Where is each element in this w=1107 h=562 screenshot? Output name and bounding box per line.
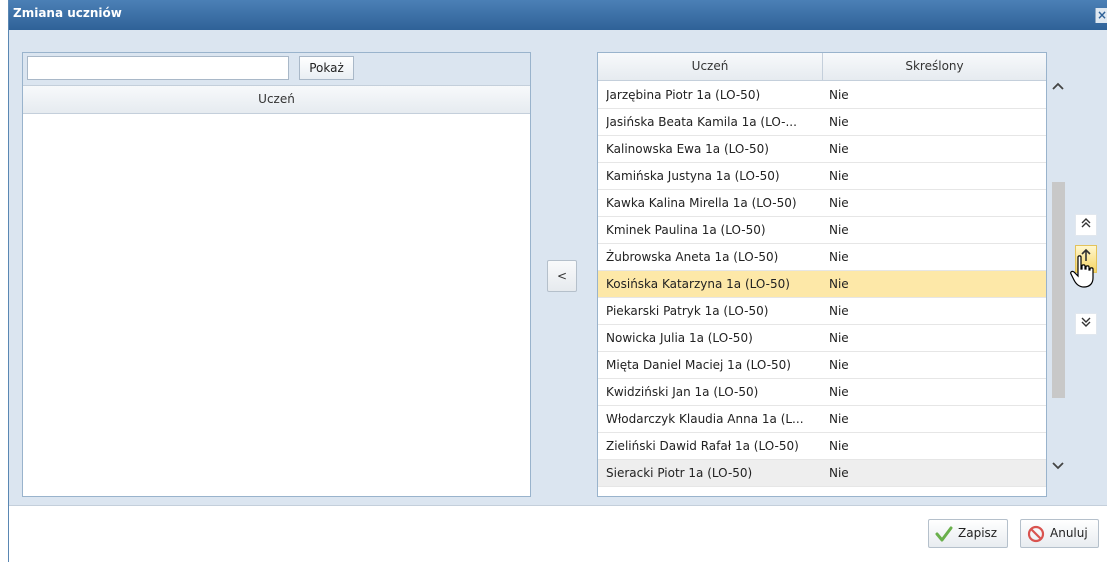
table-row[interactable]: Żubrowska Aneta 1a (LO-50) Nie [598,244,1046,271]
move-to-top-button[interactable] [1075,214,1097,236]
search-input[interactable] [27,56,289,80]
struck-cell: Nie [829,331,849,345]
student-name-cell: Kamińska Justyna 1a (LO-50) [606,169,780,183]
column-header-student[interactable]: Uczeń [23,85,530,114]
table-row[interactable]: Zieliński Dawid Rafał 1a (LO-50) Nie [598,433,1046,460]
student-name-cell: Piekarski Patryk 1a (LO-50) [606,304,769,318]
close-icon[interactable]: × [1095,8,1107,23]
scroll-thumb[interactable] [1052,182,1065,398]
struck-cell: Nie [829,358,849,372]
struck-cell: Nie [829,412,849,426]
move-left-button[interactable]: < [547,260,577,292]
student-name-cell: Kwidziński Jan 1a (LO-50) [606,385,759,399]
double-arrow-up-icon [1081,218,1091,228]
struck-cell: Nie [829,250,849,264]
vertical-scrollbar[interactable] [1048,52,1067,495]
available-students-panel: Pokaż Uczeń [22,52,531,497]
move-down-button[interactable] [1075,313,1097,335]
save-label: Zapisz [958,526,998,540]
student-name-cell: Kminek Paulina 1a (LO-50) [606,223,766,237]
student-name-cell: Nowicka Julia 1a (LO-50) [606,331,753,345]
column-header-struck[interactable]: Skreślony [823,53,1046,81]
struck-cell: Nie [829,142,849,156]
table-row[interactable]: Włodarczyk Klaudia Anna 1a (L... Nie [598,406,1046,433]
table-row[interactable]: Jasińska Beata Kamila 1a (LO-... Nie [598,109,1046,136]
double-arrow-down-icon [1081,317,1091,327]
struck-cell: Nie [829,169,849,183]
chevron-down-icon[interactable] [1048,456,1067,476]
struck-cell: Nie [829,439,849,453]
dialog-titlebar[interactable]: Zmiana uczniów × [9,0,1107,30]
cancel-button[interactable]: Anuluj [1020,519,1099,548]
student-name-cell: Kalinowska Ewa 1a (LO-50) [606,142,769,156]
chevron-up-icon[interactable] [1048,76,1067,96]
column-header-student[interactable]: Uczeń [598,53,823,81]
table-row[interactable]: Mięta Daniel Maciej 1a (LO-50) Nie [598,352,1046,379]
struck-cell: Nie [829,466,849,480]
student-name-cell: Włodarczyk Klaudia Anna 1a (L... [606,412,804,426]
hand-cursor-icon [1070,255,1094,288]
table-row[interactable]: Kalinowska Ewa 1a (LO-50) Nie [598,136,1046,163]
table-row[interactable]: Kosińska Katarzyna 1a (LO-50) Nie [598,271,1046,298]
check-icon [935,526,953,542]
struck-cell: Nie [829,196,849,210]
table-row[interactable]: Sieracki Piotr 1a (LO-50) Nie [598,460,1046,487]
table-row[interactable]: Piekarski Patryk 1a (LO-50) Nie [598,298,1046,325]
struck-cell: Nie [829,115,849,129]
student-name-cell: Zieliński Dawid Rafał 1a (LO-50) [606,439,799,453]
student-name-cell: Żubrowska Aneta 1a (LO-50) [606,250,779,264]
student-name-cell: Kosińska Katarzyna 1a (LO-50) [606,277,790,291]
student-name-cell: Jasińska Beata Kamila 1a (LO-... [606,115,797,129]
student-name-cell: Jarzębina Piotr 1a (LO-50) [606,88,761,102]
cancel-label: Anuluj [1050,526,1088,540]
save-button[interactable]: Zapisz [928,519,1008,548]
student-name-cell: Kawka Kalina Mirella 1a (LO-50) [606,196,797,210]
student-name-cell: Mięta Daniel Maciej 1a (LO-50) [606,358,791,372]
table-row[interactable]: Kamińska Justyna 1a (LO-50) Nie [598,163,1046,190]
student-name-cell: Sieracki Piotr 1a (LO-50) [606,466,753,480]
struck-cell: Nie [829,223,849,237]
assigned-students-panel: Uczeń Skreślony Jarzębina Piotr 1a (LO-5… [597,52,1047,497]
cancel-icon [1027,525,1045,543]
table-row[interactable]: Jarzębina Piotr 1a (LO-50) Nie [598,82,1046,109]
struck-cell: Nie [829,88,849,102]
dialog-title: Zmiana uczniów [13,6,122,20]
table-row[interactable]: Kawka Kalina Mirella 1a (LO-50) Nie [598,190,1046,217]
search-bar: Pokaż [23,53,530,85]
struck-cell: Nie [829,277,849,291]
table-row[interactable]: Kminek Paulina 1a (LO-50) Nie [598,217,1046,244]
struck-cell: Nie [829,304,849,318]
students-list: Jarzębina Piotr 1a (LO-50) Nie Jasińska Be… [598,82,1046,487]
struck-cell: Nie [829,385,849,399]
show-button[interactable]: Pokaż [299,56,354,80]
table-row[interactable]: Nowicka Julia 1a (LO-50) Nie [598,325,1046,352]
table-header: Uczeń Skreślony [598,53,1046,81]
table-row[interactable]: Kwidziński Jan 1a (LO-50) Nie [598,379,1046,406]
